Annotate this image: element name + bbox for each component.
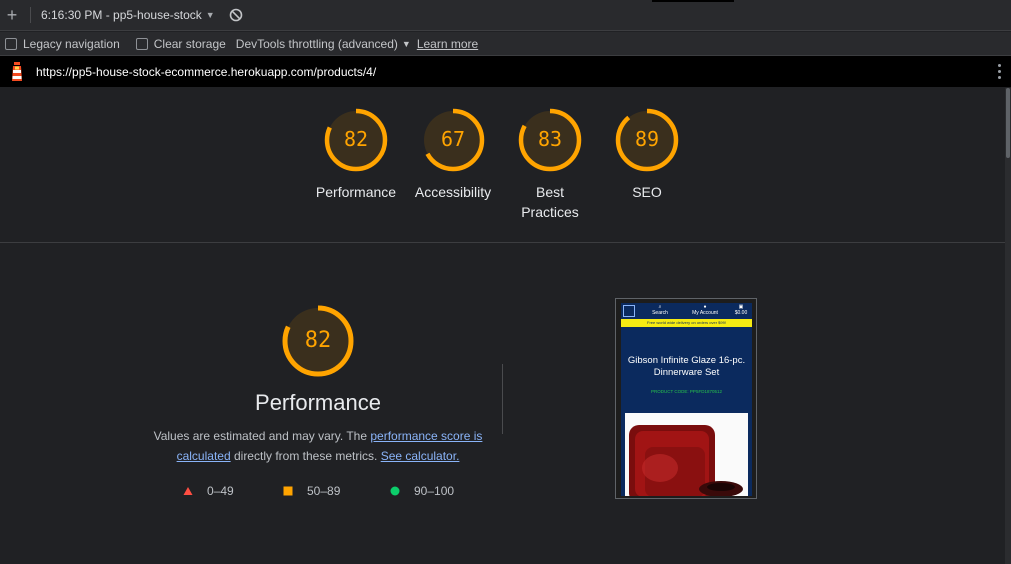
score-value: 83	[537, 127, 563, 151]
vertical-divider	[502, 364, 503, 434]
lighthouse-icon	[12, 61, 22, 81]
screenshot-navbar: ⌕ Search ● My Account ▣ $0.00	[621, 303, 752, 319]
final-screenshot[interactable]: ⌕ Search ● My Account ▣ $0.00 Free world wi…	[615, 298, 757, 499]
screenshot-product-image	[625, 413, 748, 496]
score-label: Performance	[315, 184, 397, 200]
top-toolbar: + 6:16:30 PM - pp5-house-stock ▼	[0, 0, 1011, 31]
report-selector-label: 6:16:30 PM - pp5-house-stock	[41, 8, 202, 22]
score-gauge-seo[interactable]: 89 SEO	[595, 106, 699, 202]
clear-report-icon[interactable]	[229, 8, 243, 22]
score-gauge-performance[interactable]: 82 Performance	[304, 106, 408, 202]
vertical-scrollbar[interactable]	[1005, 88, 1011, 564]
more-options-icon[interactable]	[998, 64, 1002, 82]
triangle-icon	[183, 487, 193, 495]
learn-more-link[interactable]: Learn more	[417, 37, 478, 51]
settings-bar: Legacy navigation Clear storage DevTools…	[0, 32, 1011, 56]
chevron-down-icon: ▼	[205, 10, 215, 20]
screenshot-cart-label: $0.00	[734, 310, 748, 316]
desc-text-1: Values are estimated and may vary. The	[153, 429, 371, 443]
see-calculator-link[interactable]: See calculator.	[381, 449, 460, 463]
legend-range-pass: 90–100	[414, 484, 455, 498]
score-value: 67	[440, 127, 466, 151]
legacy-navigation-label: Legacy navigation	[23, 36, 120, 51]
score-value: 89	[634, 127, 660, 151]
legend-pass: 90–100	[390, 484, 454, 498]
throttling-dropdown[interactable]: DevTools throttling (advanced)	[236, 37, 398, 51]
legend-average: 50–89	[283, 484, 340, 498]
report-url[interactable]: https://pp5-house-stock-ecommerce.heroku…	[36, 65, 376, 79]
performance-score-value: 82	[304, 328, 332, 353]
screenshot-product-title: Gibson Infinite Glaze 16-pc. Dinnerware …	[627, 355, 746, 378]
screenshot-banner: Free world wide delivery on orders over …	[621, 319, 752, 327]
screenshot-logo	[623, 305, 635, 317]
dinnerware-image	[625, 413, 748, 496]
score-value: 82	[343, 127, 369, 151]
circle-icon	[390, 486, 400, 496]
screenshot-account: ● My Account	[690, 304, 720, 316]
legend-fail: 0–49	[183, 484, 234, 498]
screenshot-product-code: PRODUCT CODE: PP5FD1870512	[651, 389, 722, 394]
section-divider	[0, 242, 1005, 243]
chevron-down-icon[interactable]: ▼	[402, 39, 411, 49]
score-gauge-best-practices[interactable]: 83 Best Practices	[498, 106, 602, 222]
performance-gauge-large: 82	[281, 304, 355, 378]
score-label: Accessibility	[414, 184, 492, 200]
screenshot-cart: ▣ $0.00	[731, 304, 751, 316]
performance-description: Values are estimated and may vary. The p…	[150, 426, 486, 466]
toolbar-separator	[30, 7, 31, 23]
screenshot-search: ⌕ Search	[648, 304, 672, 316]
clear-storage-checkbox[interactable]	[135, 37, 148, 50]
clear-storage-label: Clear storage	[153, 36, 226, 51]
toolbar-edge	[652, 0, 734, 2]
add-report-button[interactable]: +	[0, 0, 24, 30]
desc-text-2: directly from these metrics.	[230, 449, 381, 463]
screenshot-page: ⌕ Search ● My Account ▣ $0.00 Free world wi…	[621, 303, 752, 496]
score-label: SEO	[632, 184, 662, 200]
score-gauge-accessibility[interactable]: 67 Accessibility	[401, 106, 505, 202]
report-selector[interactable]: 6:16:30 PM - pp5-house-stock ▼	[41, 8, 215, 22]
scrollbar-thumb[interactable]	[1006, 88, 1010, 158]
legend-range-fail: 0–49	[207, 484, 234, 498]
score-label: Best Practices	[521, 184, 579, 220]
performance-title: Performance	[255, 390, 381, 415]
square-icon	[283, 486, 293, 496]
screenshot-account-label: My Account	[692, 310, 718, 316]
report-url-bar: https://pp5-house-stock-ecommerce.heroku…	[0, 56, 1011, 87]
legacy-navigation-checkbox[interactable]	[5, 37, 17, 50]
screenshot-search-label: Search	[652, 310, 668, 316]
legend-range-average: 50–89	[307, 484, 341, 498]
